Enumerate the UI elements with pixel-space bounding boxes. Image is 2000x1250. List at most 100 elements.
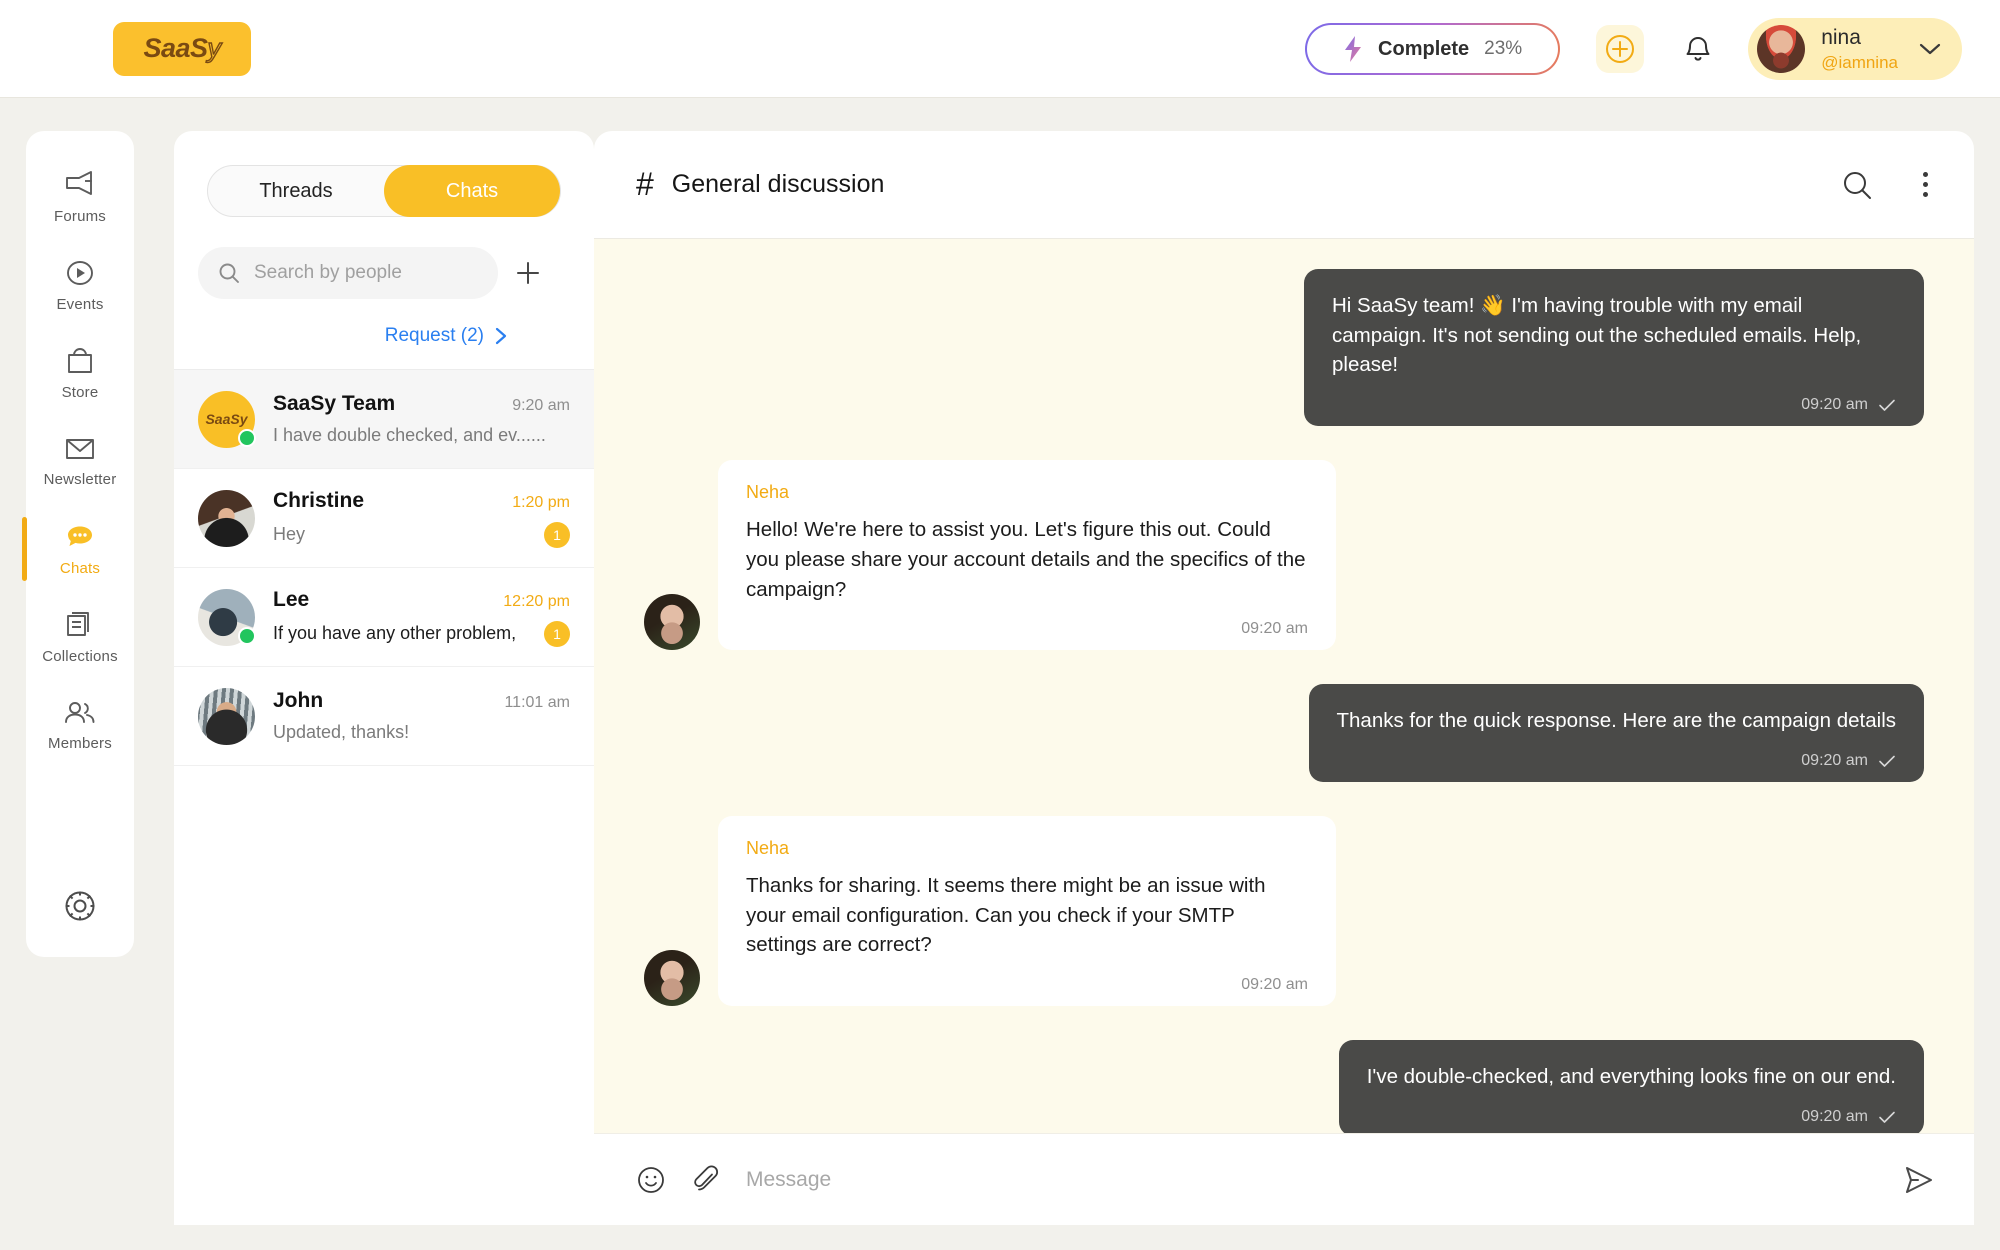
requests-link[interactable]: Request (2) xyxy=(174,325,594,347)
people-icon xyxy=(63,699,97,727)
chevron-right-icon xyxy=(494,326,508,346)
sidebar-item-newsletter[interactable]: Newsletter xyxy=(26,417,134,505)
play-circle-icon xyxy=(63,258,97,288)
top-bar: SaaSy Complete 23% xyxy=(0,0,2000,98)
sent-check-icon xyxy=(1878,398,1896,412)
conversation-item-john[interactable]: John 11:01 am Updated, thanks! xyxy=(174,667,594,766)
user-name: nina xyxy=(1821,25,1898,51)
avatar xyxy=(1757,25,1805,73)
sidebar-item-chats[interactable]: Chats xyxy=(26,505,134,593)
message-row: Neha Hello! We're here to assist you. Le… xyxy=(644,460,1924,650)
avatar-wrapper xyxy=(198,688,255,745)
progress-label: Complete xyxy=(1378,38,1469,61)
message-bubble-outgoing: I've double-checked, and everything look… xyxy=(1339,1040,1924,1133)
sidebar-item-label: Newsletter xyxy=(44,471,117,488)
sidebar-item-store[interactable]: Store xyxy=(26,329,134,417)
paperclip-icon xyxy=(692,1165,720,1195)
chevron-down-icon[interactable] xyxy=(1918,42,1942,56)
avatar xyxy=(198,688,255,745)
message-bubble-outgoing: Hi SaaSy team! 👋 I'm having trouble with… xyxy=(1304,269,1924,426)
message-time: 09:20 am xyxy=(1241,976,1308,994)
conversation-preview: I have double checked, and ev...... xyxy=(273,425,546,446)
sidebar-item-collections[interactable]: Collections xyxy=(26,593,134,681)
app-logo[interactable]: SaaSy xyxy=(113,22,251,76)
message-text: Thanks for the quick response. Here are … xyxy=(1337,706,1897,736)
conversation-preview: If you have any other problem, xyxy=(273,623,516,644)
search-icon xyxy=(1841,169,1873,201)
sidebar-item-members[interactable]: Members xyxy=(26,681,134,769)
tab-threads[interactable]: Threads xyxy=(208,165,384,217)
conversation-item-christine[interactable]: Christine 1:20 pm Hey 1 xyxy=(174,469,594,568)
message-time: 09:20 am xyxy=(1241,620,1308,638)
new-conversation-button[interactable] xyxy=(512,257,544,289)
message-time: 09:20 am xyxy=(1801,752,1868,770)
megaphone-icon xyxy=(63,170,97,200)
sidebar-item-label: Forums xyxy=(54,208,106,225)
avatar-wrapper: SaaSy xyxy=(198,391,255,448)
search-input[interactable] xyxy=(254,262,464,284)
lightning-bolt-icon xyxy=(1343,36,1363,62)
sidebar-item-events[interactable]: Events xyxy=(26,241,134,329)
attachment-button[interactable] xyxy=(692,1165,720,1195)
chat-title: General discussion xyxy=(672,170,885,199)
plus-circle-icon xyxy=(1604,33,1636,65)
message-time: 09:20 am xyxy=(1801,1108,1868,1126)
message-text: Thanks for sharing. It seems there might… xyxy=(746,871,1308,960)
avatar-wrapper xyxy=(198,589,255,646)
unread-badge: 1 xyxy=(544,522,570,548)
user-menu[interactable]: nina @iamnina xyxy=(1748,18,1962,80)
notifications-button[interactable] xyxy=(1674,25,1722,73)
search-people-box[interactable] xyxy=(198,247,498,299)
top-bar-actions: Complete 23% nina @iamnina xyxy=(1305,0,1962,98)
message-time: 09:20 am xyxy=(1801,396,1868,414)
sidebar-item-label: Collections xyxy=(42,648,118,665)
chat-menu-button[interactable] xyxy=(1923,172,1928,197)
sidebar-item-label: Chats xyxy=(60,560,100,577)
message-input[interactable] xyxy=(746,1168,1876,1192)
add-new-button[interactable] xyxy=(1596,25,1644,73)
message-row: Neha Thanks for sharing. It seems there … xyxy=(644,816,1924,1006)
smiley-icon xyxy=(636,1165,666,1195)
message-text: Hi SaaSy team! 👋 I'm having trouble with… xyxy=(1332,291,1896,380)
completion-progress-pill[interactable]: Complete 23% xyxy=(1305,23,1560,75)
sidebar-item-label: Store xyxy=(62,384,99,401)
sidebar-item-forums[interactable]: Forums xyxy=(26,153,134,241)
plus-icon xyxy=(512,257,544,289)
conversation-name: Christine xyxy=(273,489,364,513)
sidebar-item-label: Members xyxy=(48,735,112,752)
kebab-dot xyxy=(1923,182,1928,187)
unread-badge: 1 xyxy=(544,621,570,647)
conversation-time: 9:20 am xyxy=(512,397,570,415)
message-bubble-incoming: Neha Thanks for sharing. It seems there … xyxy=(718,816,1336,1006)
conversation-time: 12:20 pm xyxy=(503,593,570,611)
documents-icon xyxy=(64,610,96,640)
bell-icon xyxy=(1683,33,1713,65)
sidebar-item-label: Events xyxy=(56,296,103,313)
sent-check-icon xyxy=(1878,754,1896,768)
conversation-item-saasy-team[interactable]: SaaSy SaaSy Team 9:20 am I have double c… xyxy=(174,370,594,469)
message-list[interactable]: Hi SaaSy team! 👋 I'm having trouble with… xyxy=(594,239,1974,1133)
chat-panel: # General discussion Hi SaaSy team! 👋 I'… xyxy=(594,131,1974,1225)
conversation-time: 11:01 am xyxy=(504,694,570,712)
conversation-name: John xyxy=(273,689,323,713)
settings-button[interactable] xyxy=(26,887,134,925)
message-sender: Neha xyxy=(746,482,1308,503)
hash-icon: # xyxy=(636,166,654,203)
online-status-dot xyxy=(238,627,256,645)
search-icon xyxy=(218,262,240,284)
sidebar-nav: Forums Events Store Newsletter Chats Col… xyxy=(26,131,134,957)
emoji-button[interactable] xyxy=(636,1165,666,1195)
envelope-icon xyxy=(63,435,97,463)
chat-header: # General discussion xyxy=(594,131,1974,239)
gear-icon xyxy=(61,887,99,925)
conversation-name: Lee xyxy=(273,588,309,612)
list-tabs: Threads Chats xyxy=(207,165,561,217)
send-button[interactable] xyxy=(1902,1164,1936,1196)
kebab-dot xyxy=(1923,172,1928,177)
tab-chats[interactable]: Chats xyxy=(384,165,560,217)
chat-search-button[interactable] xyxy=(1841,169,1873,201)
search-row xyxy=(198,247,594,299)
conversation-preview: Hey xyxy=(273,524,305,545)
conversation-item-lee[interactable]: Lee 12:20 pm If you have any other probl… xyxy=(174,568,594,667)
avatar xyxy=(644,950,700,1006)
